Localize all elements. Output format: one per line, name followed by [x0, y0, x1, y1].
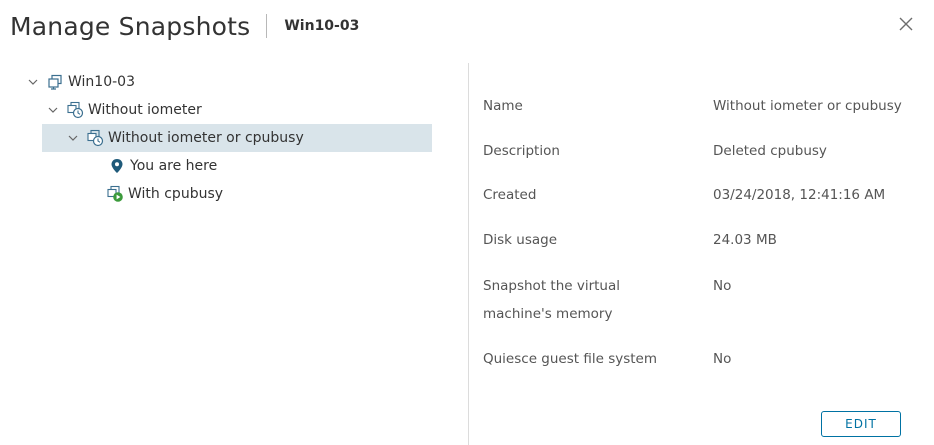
tree-node-label: Win10-03: [68, 74, 135, 90]
quiesce-value: No: [713, 351, 732, 367]
location-pin-icon: [108, 157, 126, 175]
vm-icon: [46, 73, 64, 91]
created-label: Created: [483, 187, 537, 203]
edit-button[interactable]: EDIT: [821, 411, 901, 437]
quiesce-label: Quiesce guest file system: [483, 351, 657, 367]
chevron-down-icon[interactable]: [48, 105, 58, 115]
chevron-down-icon[interactable]: [68, 133, 78, 143]
tree-node-vm[interactable]: Win10-03: [28, 68, 458, 96]
chevron-down-icon[interactable]: [28, 77, 38, 87]
created-value: 03/24/2018, 12:41:16 AM: [713, 187, 886, 203]
name-value: Without iometer or cpubusy: [713, 98, 902, 114]
tree-node-label: Without iometer or cpubusy: [108, 130, 304, 146]
tree-node-label: You are here: [130, 158, 218, 174]
dialog-header: Manage Snapshots Win10-03: [10, 8, 359, 44]
disk-usage-value: 24.03 MB: [713, 232, 777, 248]
tree-node-current-state[interactable]: You are here: [28, 152, 458, 180]
tree-node-snapshot[interactable]: Without iometer: [28, 96, 458, 124]
name-label: Name: [483, 98, 523, 114]
description-label: Description: [483, 143, 560, 159]
disk-usage-label: Disk usage: [483, 232, 558, 248]
close-icon[interactable]: [896, 14, 916, 34]
snapshot-tree: Win10-03 Without iometer Without iometer…: [28, 68, 458, 208]
memory-value: No: [713, 278, 732, 294]
snapshot-running-icon: [106, 185, 124, 203]
tree-node-label: Without iometer: [88, 102, 202, 118]
memory-label-line1: Snapshot the virtual: [483, 278, 621, 294]
tree-node-snapshot-selected[interactable]: Without iometer or cpubusy: [42, 124, 432, 152]
header-divider: [266, 14, 268, 38]
dialog-title: Manage Snapshots: [10, 11, 251, 41]
memory-label-line2: machine's memory: [483, 306, 613, 322]
tree-node-label: With cpubusy: [128, 186, 224, 202]
dialog-subtitle: Win10-03: [284, 18, 360, 34]
snapshot-icon: [86, 129, 104, 147]
panel-divider: [468, 63, 469, 445]
description-value: Deleted cpubusy: [713, 143, 827, 159]
tree-node-snapshot[interactable]: With cpubusy: [28, 180, 458, 208]
snapshot-icon: [66, 101, 84, 119]
